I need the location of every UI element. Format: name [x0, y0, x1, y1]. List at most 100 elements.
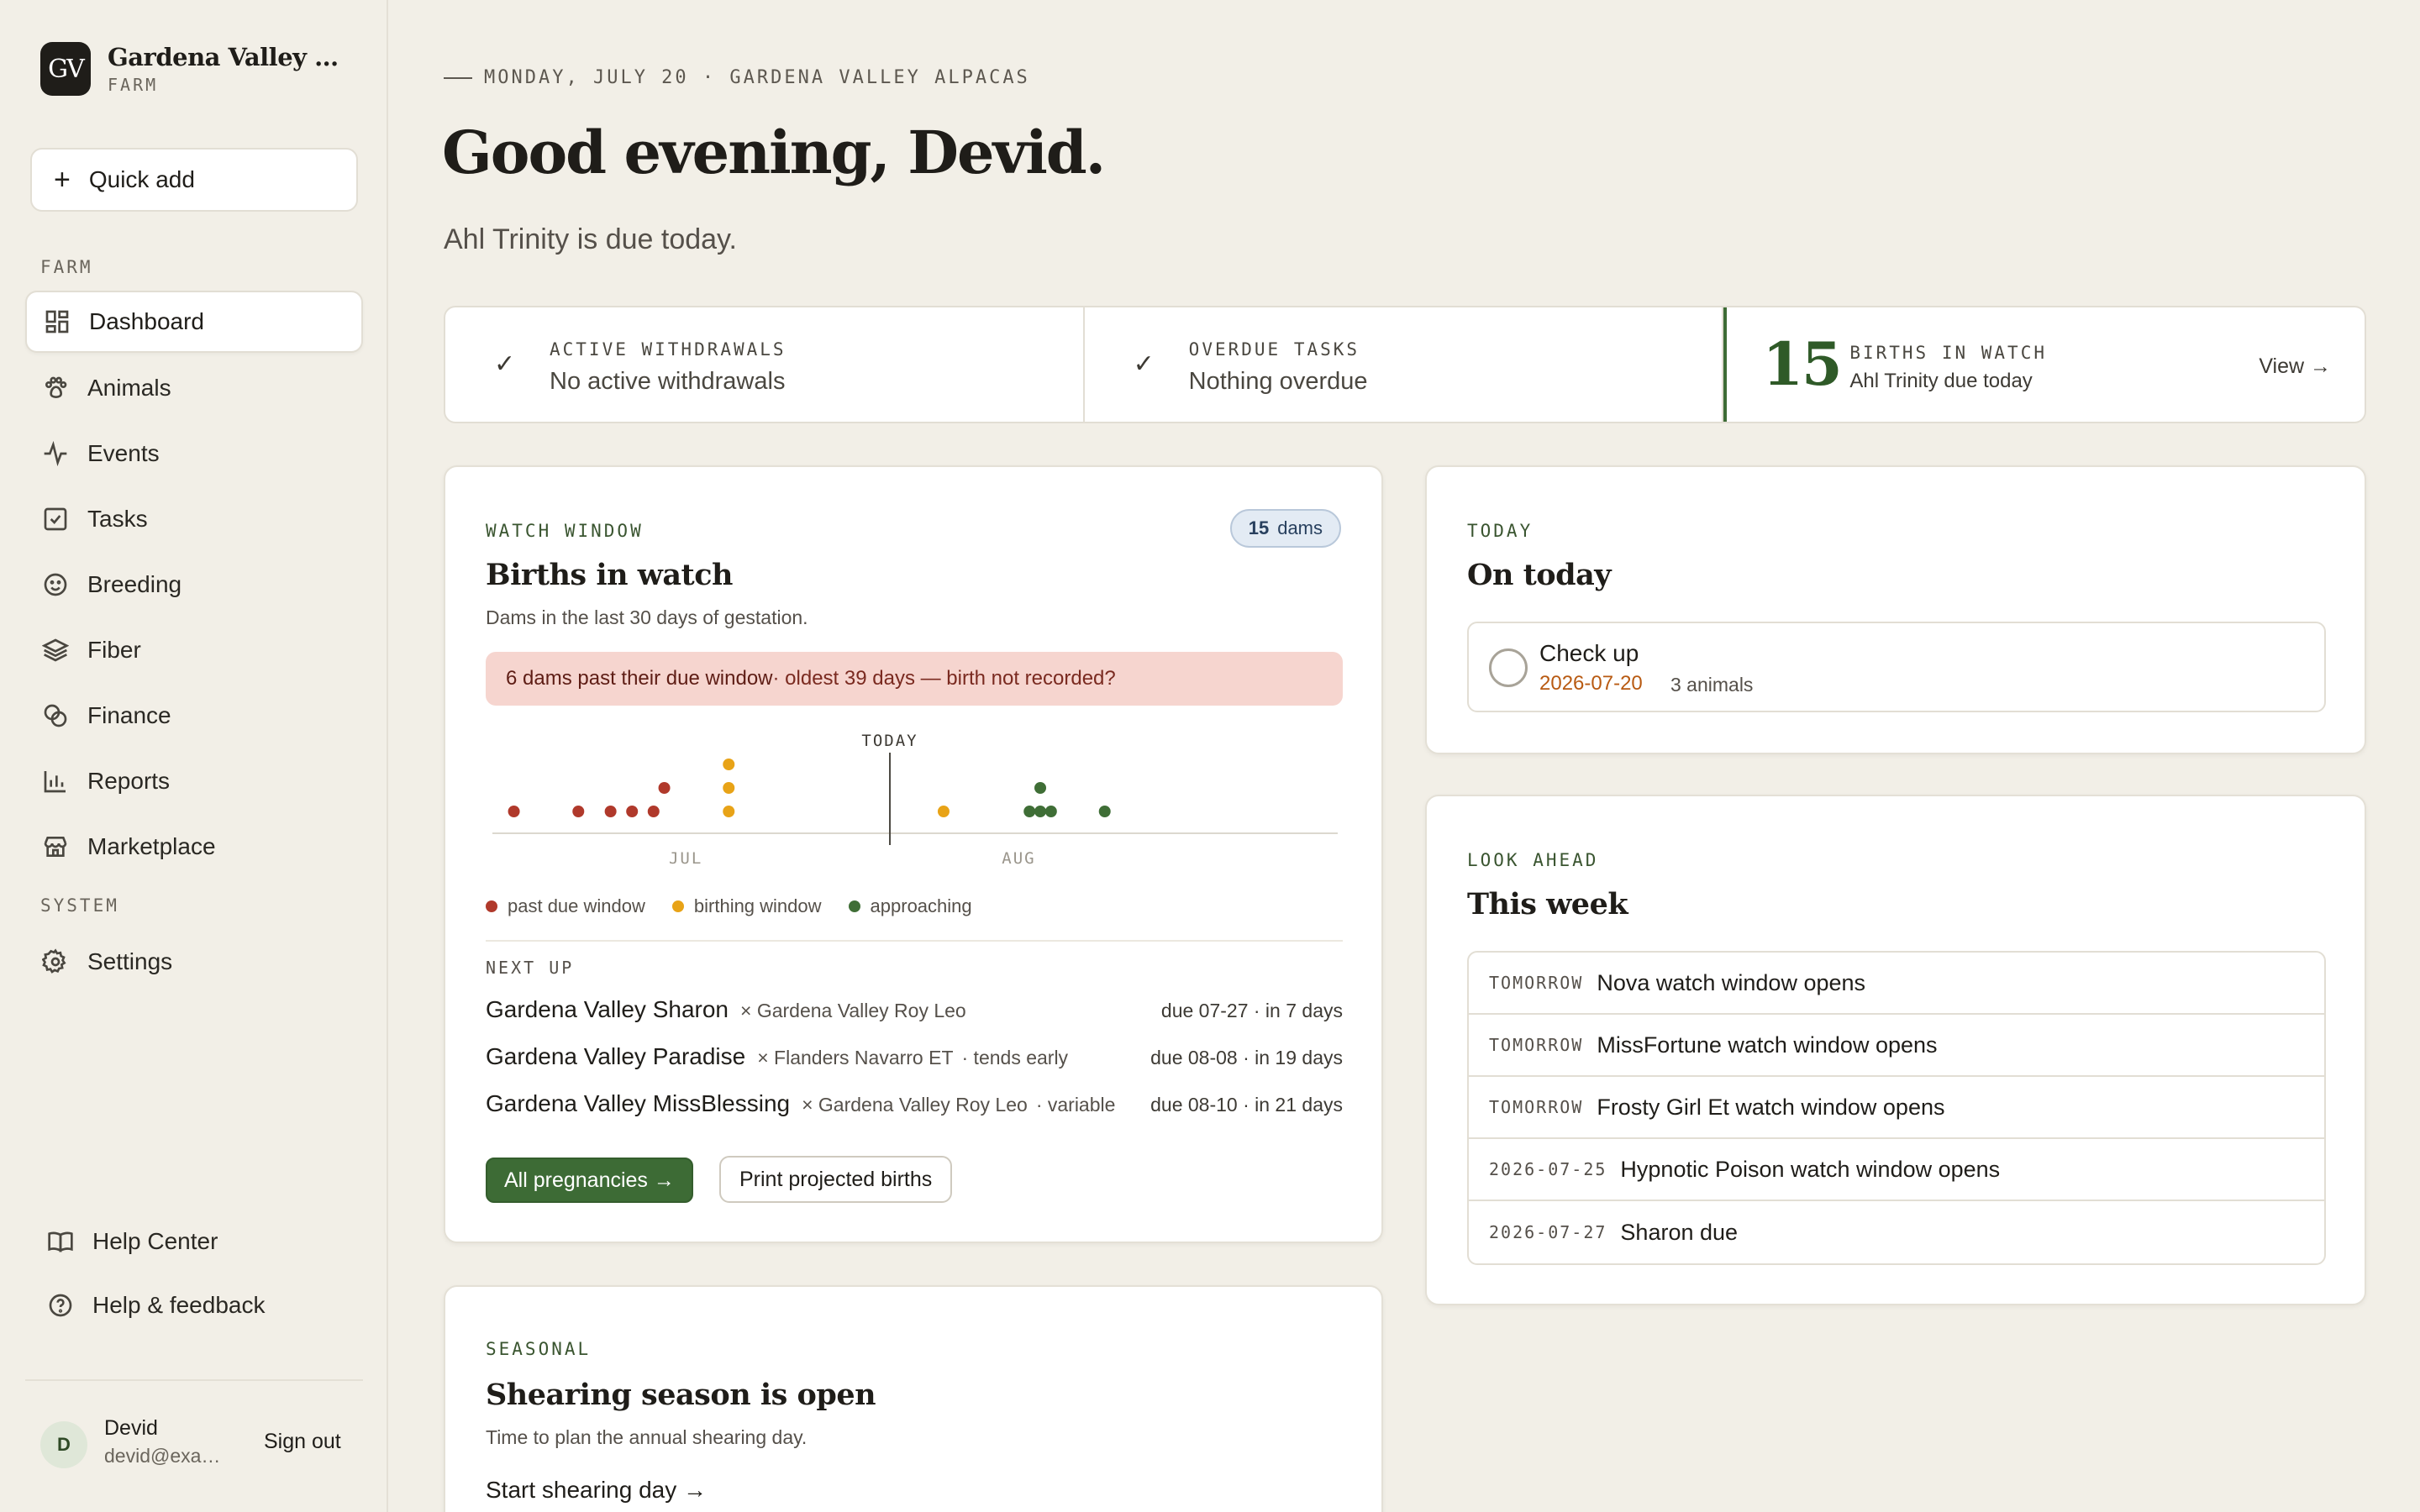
sidebar-item-settings[interactable]: Settings	[25, 931, 363, 993]
timeline-point-approaching	[1023, 806, 1036, 817]
all-pregnancies-button[interactable]: All pregnancies →	[486, 1158, 693, 1203]
check-icon: ✓	[494, 350, 516, 378]
user-email: devid@example.com	[104, 1445, 222, 1467]
dam-note: · variable	[1035, 1094, 1116, 1116]
stat-label: BIRTHS IN WATCH	[1849, 343, 2047, 363]
start-shearing-day-link[interactable]: Start shearing day →	[486, 1477, 707, 1504]
plus-icon: +	[54, 164, 71, 196]
due-info: due 07-27 · in 7 days	[1160, 1000, 1343, 1021]
timeline-point-past	[604, 806, 617, 817]
sidebar-item-dashboard[interactable]: Dashboard	[25, 291, 363, 353]
sire-name: × Flanders Navarro ET	[757, 1047, 954, 1068]
next-up-row[interactable]: Gardena Valley Sharon × Gardena Valley R…	[486, 996, 1343, 1030]
stat-overdue-tasks[interactable]: ✓ OVERDUE TASKS Nothing overdue	[1085, 307, 1724, 422]
brand[interactable]: GV Gardena Valley Alpacas FARM	[40, 42, 347, 96]
pulse-icon	[42, 440, 69, 467]
help-center-label: Help Center	[92, 1228, 218, 1254]
help-center-link[interactable]: Help Center	[47, 1228, 218, 1255]
task-title: Check up	[1539, 640, 1639, 666]
brand-name: Gardena Valley Alpacas	[108, 43, 347, 71]
page-title: Good evening, Devid.	[442, 118, 1106, 187]
timeline-point-birthing	[723, 782, 735, 794]
view-births-link[interactable]: View →	[2259, 354, 2331, 379]
sidebar-item-animals[interactable]: Animals	[25, 357, 363, 419]
sidebar-item-label: Finance	[87, 702, 171, 728]
book-icon	[48, 1231, 73, 1252]
user-name: Devid	[104, 1416, 158, 1440]
sidebar-item-label: Fiber	[87, 637, 141, 663]
list-item[interactable]: TOMORROW Frosty Girl Et watch window ope…	[1469, 1077, 2324, 1139]
next-up-label: NEXT UP	[486, 958, 575, 978]
item-when: 2026-07-27	[1489, 1222, 1607, 1242]
sidebar: GV Gardena Valley Alpacas FARM + Quick a…	[0, 0, 388, 1512]
task-complete-checkbox[interactable]	[1489, 648, 1528, 687]
today-label: TODAY	[861, 732, 918, 750]
timeline-point-approaching	[1098, 806, 1111, 817]
card-title: On today	[1467, 558, 1612, 592]
sidebar-item-breeding[interactable]: Breeding	[25, 554, 363, 616]
help-feedback-label: Help & feedback	[92, 1292, 266, 1318]
card-eyebrow: LOOK AHEAD	[1467, 850, 1599, 870]
task-row[interactable]: Check up 2026-07-20 3 animals	[1467, 622, 2326, 712]
stat-value: Ahl Trinity due today	[1849, 370, 2033, 392]
sidebar-item-marketplace[interactable]: Marketplace	[25, 816, 363, 878]
timeline-point-past	[508, 806, 520, 817]
timeline-point-birthing	[937, 806, 950, 817]
sidebar-item-tasks[interactable]: Tasks	[25, 488, 363, 550]
stats-bar: ✓ ACTIVE WITHDRAWALS No active withdrawa…	[444, 306, 2366, 423]
stat-active-withdrawals[interactable]: ✓ ACTIVE WITHDRAWALS No active withdrawa…	[445, 307, 1085, 422]
look-ahead-card: LOOK AHEAD This week TOMORROW Nova watch…	[1425, 795, 2366, 1305]
help-feedback-link[interactable]: Help & feedback	[47, 1292, 265, 1319]
next-up-row[interactable]: Gardena Valley Paradise × Flanders Navar…	[486, 1043, 1343, 1077]
dam-name: Gardena Valley Sharon	[486, 996, 729, 1022]
timeline-point-past	[647, 806, 660, 817]
sidebar-item-fiber[interactable]: Fiber	[25, 619, 363, 681]
item-when: TOMORROW	[1489, 1035, 1584, 1055]
timeline-point-birthing	[723, 806, 735, 817]
item-when: 2026-07-25	[1489, 1159, 1607, 1179]
sidebar-item-events[interactable]: Events	[25, 423, 363, 485]
card-eyebrow: SEASONAL	[486, 1339, 592, 1359]
list-item[interactable]: 2026-07-27 Sharon due	[1469, 1201, 2324, 1263]
quick-add-label: Quick add	[88, 166, 195, 192]
card-title: Births in watch	[486, 558, 733, 592]
legend-dot-past	[486, 900, 497, 912]
sign-out-button[interactable]: Sign out	[264, 1430, 341, 1454]
bar-chart-icon	[42, 768, 69, 795]
card-title: This week	[1467, 887, 1628, 921]
avatar[interactable]: D	[40, 1421, 87, 1468]
sidebar-item-label: Tasks	[87, 506, 148, 532]
gear-icon	[42, 948, 69, 975]
list-item[interactable]: TOMORROW MissFortune watch window opens	[1469, 1015, 2324, 1077]
list-item[interactable]: TOMORROW Nova watch window opens	[1469, 953, 2324, 1015]
brand-subtitle: FARM	[108, 75, 159, 95]
past-due-alert[interactable]: 6 dams past their due window · oldest 39…	[486, 652, 1343, 706]
item-what: Sharon due	[1620, 1219, 1739, 1245]
stat-births-in-watch[interactable]: 15 BIRTHS IN WATCH Ahl Trinity due today…	[1723, 307, 2365, 422]
due-info: due 08-10 · in 21 days	[1150, 1094, 1343, 1116]
date-eyebrow: MONDAY, JULY 20 · GARDENA VALLEY ALPACAS	[444, 67, 1030, 88]
item-what: Frosty Girl Et watch window opens	[1597, 1094, 1945, 1120]
births-timeline-chart: JUL AUG TODAY	[492, 732, 1338, 868]
timeline-point-past	[658, 782, 671, 794]
card-subtitle: Time to plan the annual shearing day.	[486, 1426, 808, 1448]
card-title: Shearing season is open	[486, 1378, 876, 1412]
sidebar-item-label: Events	[87, 440, 160, 466]
dam-name: Gardena Valley Paradise	[486, 1043, 746, 1069]
sidebar-item-reports[interactable]: Reports	[25, 750, 363, 812]
badge-label: dams	[1277, 517, 1323, 538]
print-projected-births-button[interactable]: Print projected births	[719, 1156, 953, 1203]
quick-add-button[interactable]: + Quick add	[30, 148, 358, 212]
grid-icon	[44, 308, 71, 335]
legend-label: birthing window	[693, 895, 822, 916]
question-circle-icon	[49, 1294, 72, 1317]
next-up-row[interactable]: Gardena Valley MissBlessing × Gardena Va…	[486, 1090, 1343, 1124]
stat-value: Nothing overdue	[1188, 368, 1368, 395]
sidebar-item-label: Animals	[87, 375, 171, 401]
list-item[interactable]: 2026-07-25 Hypnotic Poison watch window …	[1469, 1139, 2324, 1201]
sidebar-item-label: Marketplace	[87, 833, 216, 859]
card-subtitle: Dams in the last 30 days of gestation.	[486, 606, 808, 628]
legend-dot-birthing	[671, 900, 684, 912]
nav-section-system: SYSTEM	[40, 895, 119, 916]
sidebar-item-finance[interactable]: Finance	[25, 685, 363, 747]
